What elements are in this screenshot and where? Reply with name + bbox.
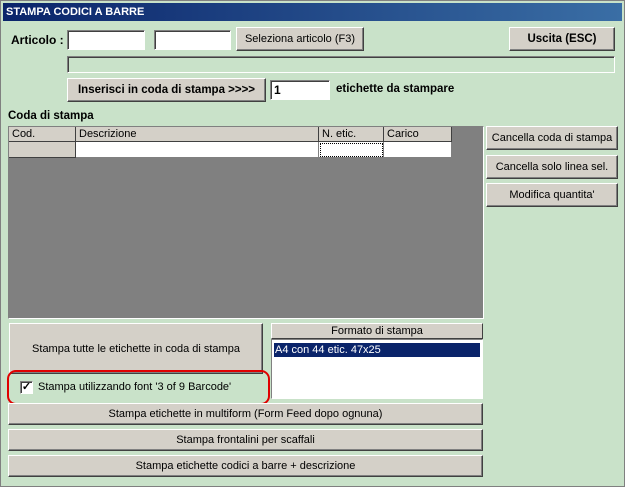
table-row[interactable] [9,142,76,158]
article-description-field [67,56,615,73]
article-extra-input[interactable] [154,30,231,50]
insert-queue-button[interactable]: Inserisci in coda di stampa >>>> [67,78,266,102]
format-option-selected[interactable]: A4 con 44 etic. 47x25 [274,343,480,357]
print-format-list[interactable]: A4 con 44 etic. 47x25 [271,339,483,399]
column-header-cod[interactable]: Cod. [9,127,76,142]
print-multiform-button[interactable]: Stampa etichette in multiform (Form Feed… [8,403,483,425]
modify-quantity-button[interactable]: Modifica quantita' [486,183,618,207]
exit-button[interactable]: Uscita (ESC) [509,27,615,51]
table-cell-n-etic[interactable] [319,142,384,158]
highlight-annotation [7,370,270,405]
label-quantity-input[interactable] [270,80,330,100]
format-list-header: Formato di stampa [271,323,483,339]
print-queue-grid[interactable]: Cod. Descrizione N. etic. Carico [8,126,484,319]
main-window: STAMPA CODICI A BARRE Articolo : Selezio… [0,0,625,487]
column-header-carico[interactable]: Carico [384,127,452,142]
clear-queue-button[interactable]: Cancella coda di stampa [486,126,618,150]
article-code-input[interactable] [67,30,145,50]
table-cell-descrizione[interactable] [76,142,319,158]
select-article-button[interactable]: Seleziona articolo (F3) [236,27,364,51]
articolo-label: Articolo : [11,33,64,47]
quantity-suffix-label: etichette da stampare [336,83,455,95]
print-barcode-description-button[interactable]: Stampa etichette codici a barre + descri… [8,455,483,477]
print-shelf-labels-button[interactable]: Stampa frontalini per scaffali [8,429,483,451]
clear-selected-line-button[interactable]: Cancella solo linea sel. [486,155,618,179]
queue-title: Coda di stampa [8,110,94,122]
column-header-descrizione[interactable]: Descrizione [76,127,319,142]
column-header-n-etic[interactable]: N. etic. [319,127,384,142]
print-all-button[interactable]: Stampa tutte le etichette in coda di sta… [9,323,263,374]
table-cell-carico[interactable] [384,142,452,158]
title-bar: STAMPA CODICI A BARRE [3,3,622,21]
